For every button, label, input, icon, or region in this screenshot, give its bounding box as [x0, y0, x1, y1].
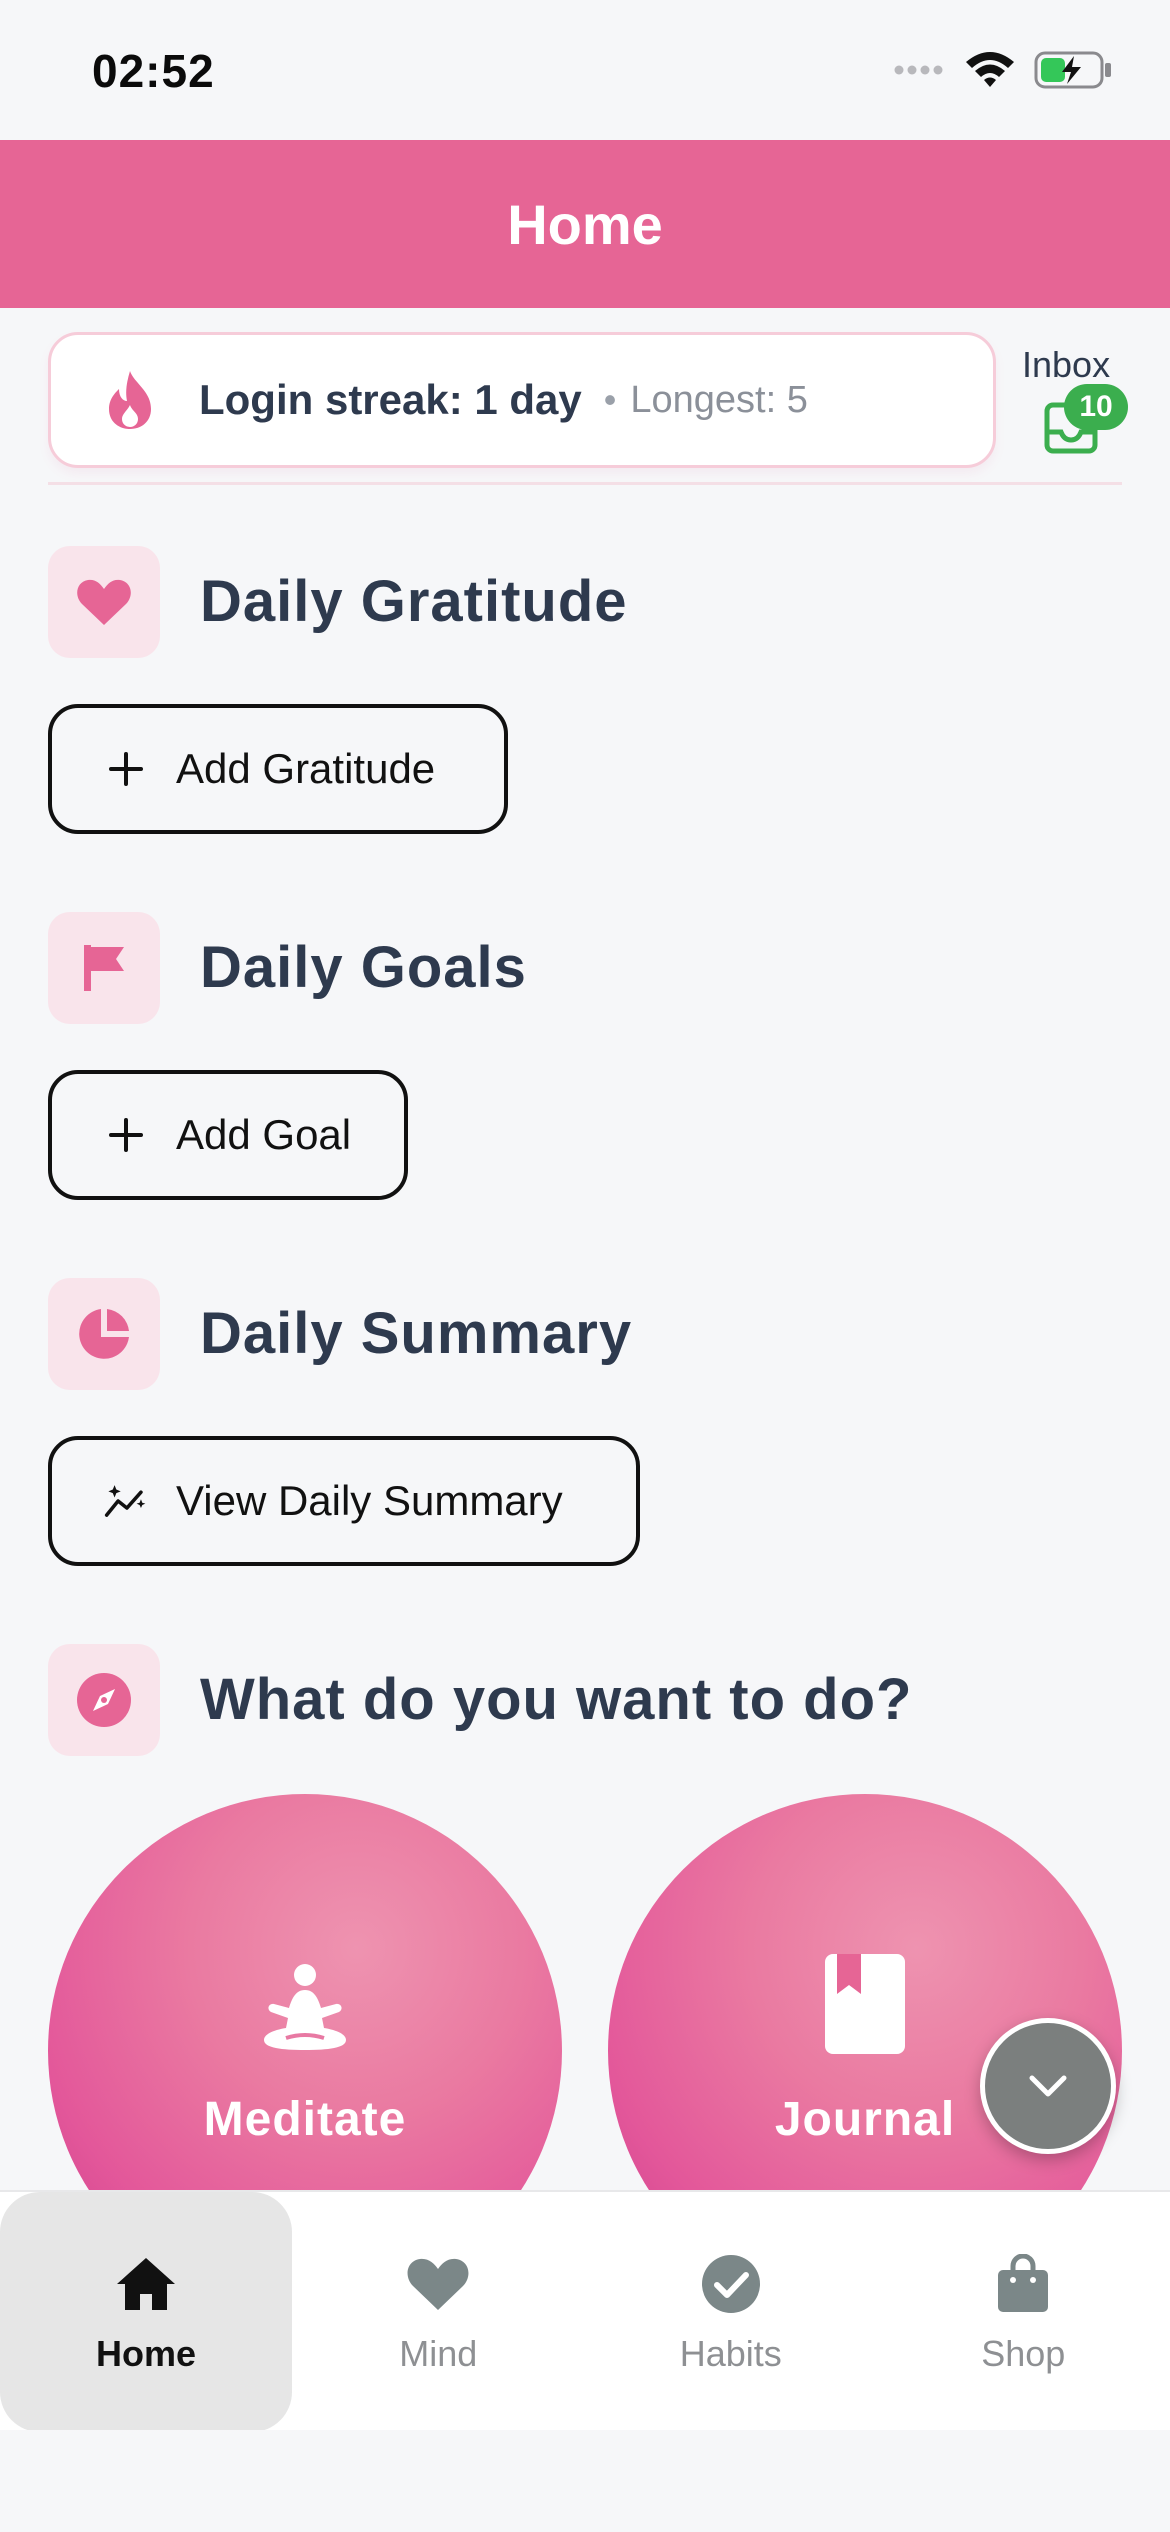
section-title-gratitude: Daily Gratitude	[200, 569, 628, 634]
meditate-label: Meditate	[203, 2093, 407, 2146]
flag-icon	[84, 945, 124, 991]
section-title-goals: Daily Goals	[200, 935, 527, 1000]
section-title-summary: Daily Summary	[200, 1301, 633, 1366]
add-goal-button[interactable]: Add Goal	[48, 1070, 408, 1200]
login-streak-card[interactable]: Login streak: 1 day • Longest: 5	[48, 332, 996, 468]
plus-icon	[104, 747, 148, 791]
sparkle-chart-icon	[104, 1479, 148, 1523]
nav-item-home[interactable]: Home	[0, 2192, 292, 2432]
page-title: Home	[507, 192, 663, 256]
battery-icon	[1034, 51, 1111, 89]
goals-section-icon	[48, 912, 160, 1024]
compass-icon	[77, 1673, 131, 1727]
shopping-bag-icon	[996, 2249, 1050, 2319]
actions-section-icon	[48, 1644, 160, 1756]
streak-text: Login streak: 1 day	[199, 376, 582, 423]
bottom-nav: Home Mind Habits Shop	[0, 2190, 1170, 2432]
view-daily-summary-label: View Daily Summary	[176, 1477, 563, 1524]
streak-separator: •	[603, 379, 617, 420]
check-circle-icon	[700, 2249, 762, 2319]
gratitude-section-icon	[48, 546, 160, 658]
status-bar: 02:52	[0, 0, 1170, 140]
plus-icon	[104, 1113, 148, 1157]
nav-label-mind: Mind	[399, 2333, 478, 2374]
meditation-icon	[264, 1964, 346, 2050]
flame-icon	[109, 371, 151, 429]
nav-item-shop[interactable]: Shop	[877, 2192, 1170, 2432]
status-time: 02:52	[92, 45, 215, 97]
signal-icon	[894, 65, 943, 75]
streak-longest: Longest: 5	[630, 378, 808, 421]
add-gratitude-button[interactable]: Add Gratitude	[48, 704, 508, 834]
summary-section-icon	[48, 1278, 160, 1390]
home-indicator-area	[0, 2430, 1170, 2532]
inbox-badge: 10	[1064, 384, 1128, 430]
add-goal-label: Add Goal	[176, 1111, 352, 1158]
view-daily-summary-button[interactable]: View Daily Summary	[48, 1436, 640, 1566]
status-icons	[894, 50, 1114, 90]
bookmark-book-icon	[825, 1954, 905, 2054]
wifi-icon	[966, 52, 1014, 87]
inbox-label: Inbox	[1022, 344, 1111, 385]
pie-chart-icon	[79, 1309, 129, 1359]
heart-icon	[77, 579, 131, 625]
app-header: Home	[0, 140, 1170, 308]
inbox-button[interactable]: Inbox 10	[1012, 340, 1132, 460]
home-icon	[115, 2249, 177, 2319]
section-title-actions: What do you want to do?	[200, 1667, 913, 1732]
chevron-down-icon	[1029, 2075, 1067, 2097]
nav-item-habits[interactable]: Habits	[585, 2192, 878, 2432]
scroll-down-fab[interactable]	[980, 2018, 1116, 2154]
heart-icon	[406, 2249, 470, 2319]
divider	[48, 482, 1122, 485]
nav-label-habits: Habits	[679, 2333, 782, 2374]
nav-label-home: Home	[95, 2333, 197, 2374]
add-gratitude-label: Add Gratitude	[176, 745, 436, 792]
nav-item-mind[interactable]: Mind	[292, 2192, 585, 2432]
nav-label-shop: Shop	[981, 2333, 1066, 2374]
